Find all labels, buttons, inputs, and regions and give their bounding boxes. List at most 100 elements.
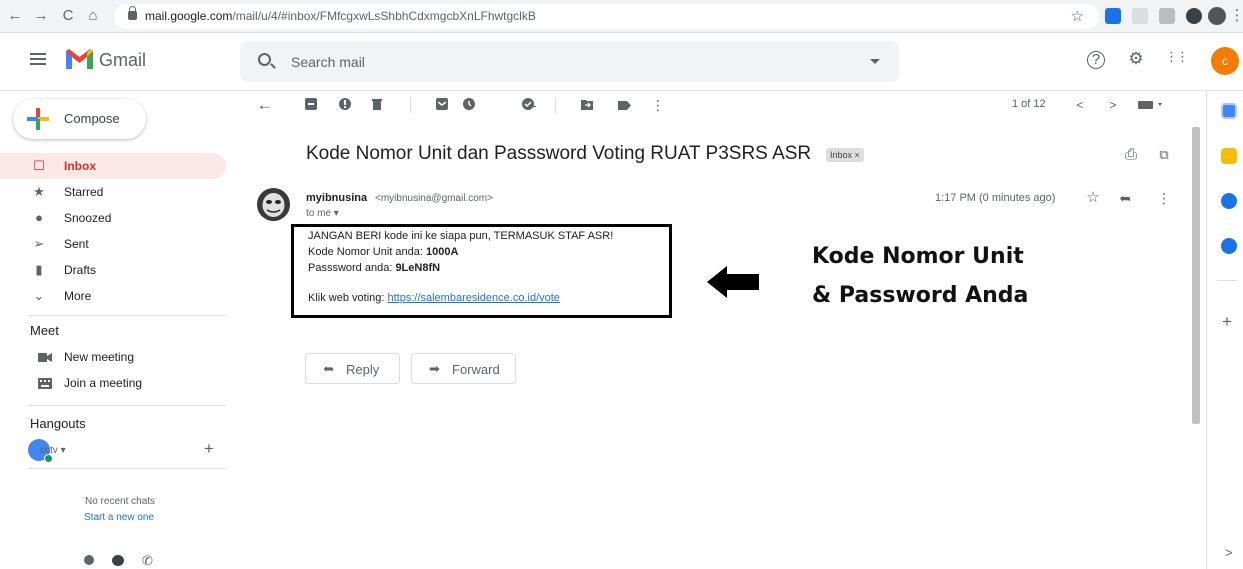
report-spam-icon[interactable] bbox=[335, 95, 355, 115]
no-recent-chats: No recent chats bbox=[85, 496, 156, 507]
new-window-icon[interactable]: ⧉ bbox=[1154, 145, 1174, 165]
main-menu-icon[interactable] bbox=[30, 53, 46, 65]
sender-name[interactable]: myibnusina bbox=[306, 192, 367, 204]
bookmark-star-icon[interactable]: ☆ bbox=[1071, 7, 1084, 25]
print-icon[interactable]: ⎙ bbox=[1121, 145, 1141, 165]
app-name[interactable]: Gmail bbox=[99, 50, 146, 71]
reload-icon[interactable]: C bbox=[59, 7, 77, 25]
message-body-highlight: JANGAN BERI kode ini ke siapa pun, TERMA… bbox=[291, 224, 672, 318]
message-more-icon[interactable]: ⋮ bbox=[1154, 188, 1174, 208]
password-prefix: Passsword anda: bbox=[308, 262, 396, 274]
more-actions-icon[interactable]: ⋮ bbox=[648, 95, 668, 115]
chat-icon[interactable] bbox=[112, 555, 124, 566]
snooze-icon[interactable] bbox=[459, 95, 479, 115]
password-value: 9LeN8fN bbox=[395, 262, 441, 274]
annotation-line-2: & Password Anda bbox=[812, 283, 1029, 308]
reply-icon[interactable]: ➦ bbox=[1115, 188, 1135, 208]
browser-menu-icon[interactable]: ⋮ bbox=[1228, 7, 1243, 25]
contacts-icon[interactable] bbox=[84, 555, 94, 565]
input-tools-icon[interactable] bbox=[1137, 95, 1167, 115]
show-side-panel-icon[interactable]: > bbox=[1225, 545, 1233, 560]
address-url[interactable]: mail.google.com/mail/u/4/#inbox/FMfcgxwL… bbox=[145, 9, 536, 23]
calendar-icon[interactable] bbox=[1221, 103, 1237, 119]
body-password-line: Passsword anda: 9LeN8fN bbox=[308, 262, 440, 274]
search-bar[interactable]: Search mail bbox=[240, 41, 899, 82]
contacts-panel-icon[interactable] bbox=[1221, 238, 1237, 254]
voting-link[interactable]: https://salembaresidence.co.id/vote bbox=[387, 292, 559, 304]
reply-button[interactable]: ➦ Reply bbox=[305, 353, 400, 384]
hangouts-user-caret-icon: ▾ bbox=[60, 445, 66, 456]
search-icon[interactable] bbox=[258, 53, 271, 66]
sidebar-item-snoozed[interactable]: ● Snoozed bbox=[0, 205, 226, 231]
forward-arrow-icon[interactable]: → bbox=[32, 7, 50, 25]
body-warning-line: JANGAN BERI kode ini ke siapa pun, TERMA… bbox=[308, 230, 614, 242]
search-input[interactable]: Search mail bbox=[291, 54, 365, 70]
search-options-icon[interactable] bbox=[870, 59, 880, 64]
move-to-icon[interactable] bbox=[577, 95, 597, 115]
hangouts-username: cctv ▾ bbox=[40, 445, 66, 456]
reply-arrow-icon: ➦ bbox=[323, 361, 334, 376]
extension-download-icon[interactable] bbox=[1105, 8, 1121, 24]
address-bar[interactable]: mail.google.com/mail/u/4/#inbox/FMfcgxwL… bbox=[114, 4, 1099, 29]
hangouts-divider bbox=[28, 468, 226, 469]
apps-grid-icon[interactable]: ⋮⋮ bbox=[1165, 49, 1189, 65]
profile-icon[interactable] bbox=[1208, 7, 1226, 25]
newer-icon[interactable]: < bbox=[1070, 95, 1090, 115]
forward-button[interactable]: ➡ Forward bbox=[411, 353, 516, 384]
home-icon[interactable]: ⌂ bbox=[84, 7, 102, 25]
gmail-logo-icon[interactable] bbox=[66, 48, 93, 69]
sidebar-nav: ☐ Inbox ★ Starred ● Snoozed ➢ Sent ▮ Dra… bbox=[0, 153, 226, 309]
draft-icon: ▮ bbox=[35, 262, 43, 277]
archive-icon[interactable] bbox=[301, 95, 321, 115]
recipient-details[interactable]: to me ▾ bbox=[306, 208, 339, 219]
tasks-icon[interactable] bbox=[1221, 193, 1237, 209]
keyboard-icon bbox=[38, 378, 52, 389]
hangouts-user[interactable]: cctv ▾ + bbox=[28, 437, 226, 467]
account-avatar[interactable]: c bbox=[1211, 47, 1239, 75]
chevron-down-icon: ⌄ bbox=[33, 288, 45, 303]
sidebar-item-starred[interactable]: ★ Starred bbox=[0, 179, 226, 205]
sender-avatar[interactable] bbox=[257, 188, 290, 221]
annotation-arrow-icon bbox=[707, 266, 759, 298]
extension-image-icon[interactable] bbox=[1159, 8, 1175, 24]
sidebar-item-label: More bbox=[64, 289, 92, 303]
mark-unread-icon[interactable] bbox=[432, 95, 452, 115]
sidebar-item-drafts[interactable]: ▮ Drafts bbox=[0, 257, 226, 283]
phone-icon[interactable]: ✆ bbox=[142, 553, 153, 569]
new-meeting-label: New meeting bbox=[64, 350, 135, 364]
settings-icon[interactable]: ⚙ bbox=[1125, 49, 1147, 69]
extension-a-icon[interactable] bbox=[1132, 8, 1148, 24]
sidebar-item-more[interactable]: ⌄ More bbox=[0, 283, 226, 309]
star-message-icon[interactable]: ☆ bbox=[1083, 188, 1103, 208]
inbox-icon: ☐ bbox=[33, 158, 45, 173]
send-icon: ➢ bbox=[33, 236, 45, 251]
extension-puzzle-icon[interactable] bbox=[1186, 8, 1202, 24]
reply-label: Reply bbox=[346, 362, 380, 377]
add-to-tasks-icon[interactable] bbox=[519, 95, 539, 115]
inbox-label-badge[interactable]: Inbox × bbox=[826, 148, 864, 162]
message-scrollbar[interactable] bbox=[1192, 127, 1200, 424]
get-addons-icon[interactable]: + bbox=[1222, 312, 1232, 332]
sidebar-item-sent[interactable]: ➢ Sent bbox=[0, 231, 226, 257]
older-icon[interactable]: > bbox=[1103, 95, 1123, 115]
toolbar-separator bbox=[410, 97, 411, 113]
add-hangout-icon[interactable]: + bbox=[204, 439, 214, 459]
delete-icon[interactable] bbox=[367, 95, 387, 115]
video-icon bbox=[38, 353, 52, 362]
unit-code-value: 1000A bbox=[426, 246, 459, 258]
keep-icon[interactable] bbox=[1221, 148, 1237, 164]
start-new-chat-link[interactable]: Start a new one bbox=[84, 512, 154, 523]
hangouts-section-title: Hangouts bbox=[30, 416, 86, 431]
back-to-inbox-icon[interactable]: ← bbox=[255, 95, 275, 115]
back-arrow-icon[interactable]: ← bbox=[6, 7, 24, 25]
star-icon: ★ bbox=[33, 184, 45, 199]
new-meeting-item[interactable]: New meeting bbox=[0, 346, 226, 370]
join-meeting-item[interactable]: Join a meeting bbox=[0, 372, 226, 396]
sender-email: <myibnusina@gmail.com> bbox=[375, 193, 493, 204]
forward-arrow-icon: ➡ bbox=[429, 361, 440, 376]
help-icon[interactable]: ? bbox=[1087, 51, 1105, 69]
compose-button[interactable]: Compose bbox=[13, 99, 146, 139]
sidebar-item-label: Starred bbox=[64, 185, 104, 199]
label-icon[interactable] bbox=[614, 95, 634, 115]
sidebar-item-inbox[interactable]: ☐ Inbox bbox=[0, 153, 226, 179]
